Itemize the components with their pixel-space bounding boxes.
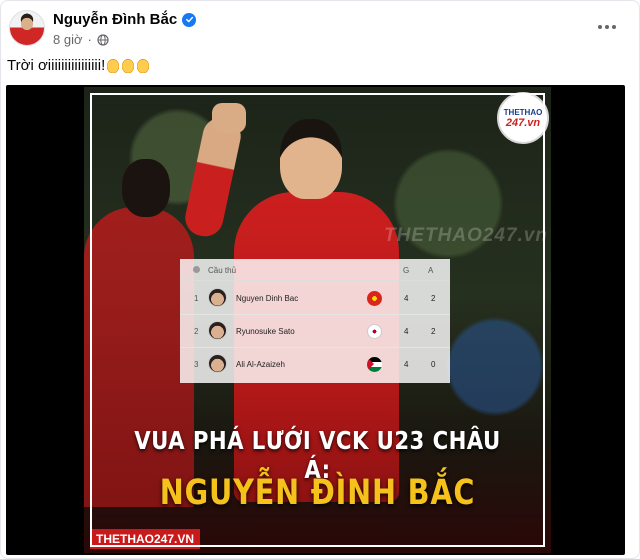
- more-options-button[interactable]: [595, 15, 619, 39]
- table-row: 2 Ryunosuke Sato 4 2: [180, 315, 450, 348]
- post-timestamp[interactable]: 8 giờ: [53, 32, 83, 47]
- table-header: Cầu thủ G A: [180, 259, 450, 281]
- watermark: THETHAO247.vn: [384, 225, 548, 246]
- dot-icon: [605, 25, 609, 29]
- dot-icon: [598, 25, 602, 29]
- author-avatar[interactable]: [9, 10, 45, 46]
- table-row: 3 Ali Al-Azaizeh 4 0: [180, 348, 450, 381]
- row-rank: 1: [194, 294, 199, 303]
- row-player-name: Ryunosuke Sato: [236, 327, 295, 336]
- top-scorer-table: Cầu thủ G A 1 Nguyen Dinh Bac 4 2 2 Ryun…: [180, 259, 450, 383]
- header-assists: A: [428, 266, 434, 275]
- player-avatar: [208, 354, 227, 373]
- table-row: 1 Nguyen Dinh Bac 4 2: [180, 282, 450, 315]
- ball-icon: [193, 266, 200, 273]
- row-assists: 2: [431, 294, 436, 303]
- logo-line2: 247.vn: [505, 116, 541, 129]
- row-goals: 4: [404, 360, 409, 369]
- row-assists: 0: [431, 360, 436, 369]
- headline-line2: NGUYỄN ĐÌNH BẮC: [159, 473, 476, 513]
- site-label: THETHAO247.VN: [90, 529, 201, 549]
- row-rank: 2: [194, 327, 199, 336]
- post-card: Nguyễn Đình Bắc 8 giờ · Trời ơiiiiiiiiii…: [0, 0, 640, 559]
- caption-text: Trời ơiiiiiiiiiiiiiiii!: [7, 57, 106, 74]
- logo-line1: THETHAO: [503, 107, 543, 117]
- row-rank: 3: [194, 360, 199, 369]
- player-avatar: [208, 288, 227, 307]
- background-player-head: [122, 159, 170, 217]
- raised-arm: [181, 114, 245, 240]
- row-goals: 4: [404, 327, 409, 336]
- vietnam-flag-icon: [367, 291, 382, 306]
- verified-badge-icon: [182, 12, 197, 27]
- header-goals: G: [403, 266, 410, 275]
- row-player-name: Nguyen Dinh Bac: [236, 294, 299, 303]
- header-player: Cầu thủ: [208, 266, 237, 275]
- globe-icon: [97, 33, 109, 46]
- post-meta: 8 giờ ·: [53, 32, 109, 47]
- raised-fist: [212, 103, 246, 133]
- row-goals: 4: [404, 294, 409, 303]
- clapping-hands-emoji-icon: [121, 58, 136, 73]
- row-assists: 2: [431, 327, 436, 336]
- news-graphic: THETHAO247.vn THETHAO 247.vn Cầu thủ G A…: [84, 87, 551, 553]
- player-head: [280, 119, 342, 199]
- japan-flag-icon: [367, 324, 382, 339]
- post-author[interactable]: Nguyễn Đình Bắc: [53, 11, 197, 28]
- author-name[interactable]: Nguyễn Đình Bắc: [53, 11, 177, 28]
- separator-dot: ·: [87, 32, 92, 47]
- post-caption: Trời ơiiiiiiiiiiiiiiii!: [7, 57, 151, 74]
- jordan-flag-icon: [367, 357, 382, 372]
- player-avatar: [208, 321, 227, 340]
- row-player-name: Ali Al-Azaizeh: [236, 360, 285, 369]
- clapping-hands-emoji-icon: [136, 58, 151, 73]
- clapping-hands-emoji-icon: [106, 58, 121, 73]
- site-logo: THETHAO 247.vn: [497, 92, 549, 144]
- dot-icon: [612, 25, 616, 29]
- post-image[interactable]: THETHAO247.vn THETHAO 247.vn Cầu thủ G A…: [6, 85, 625, 555]
